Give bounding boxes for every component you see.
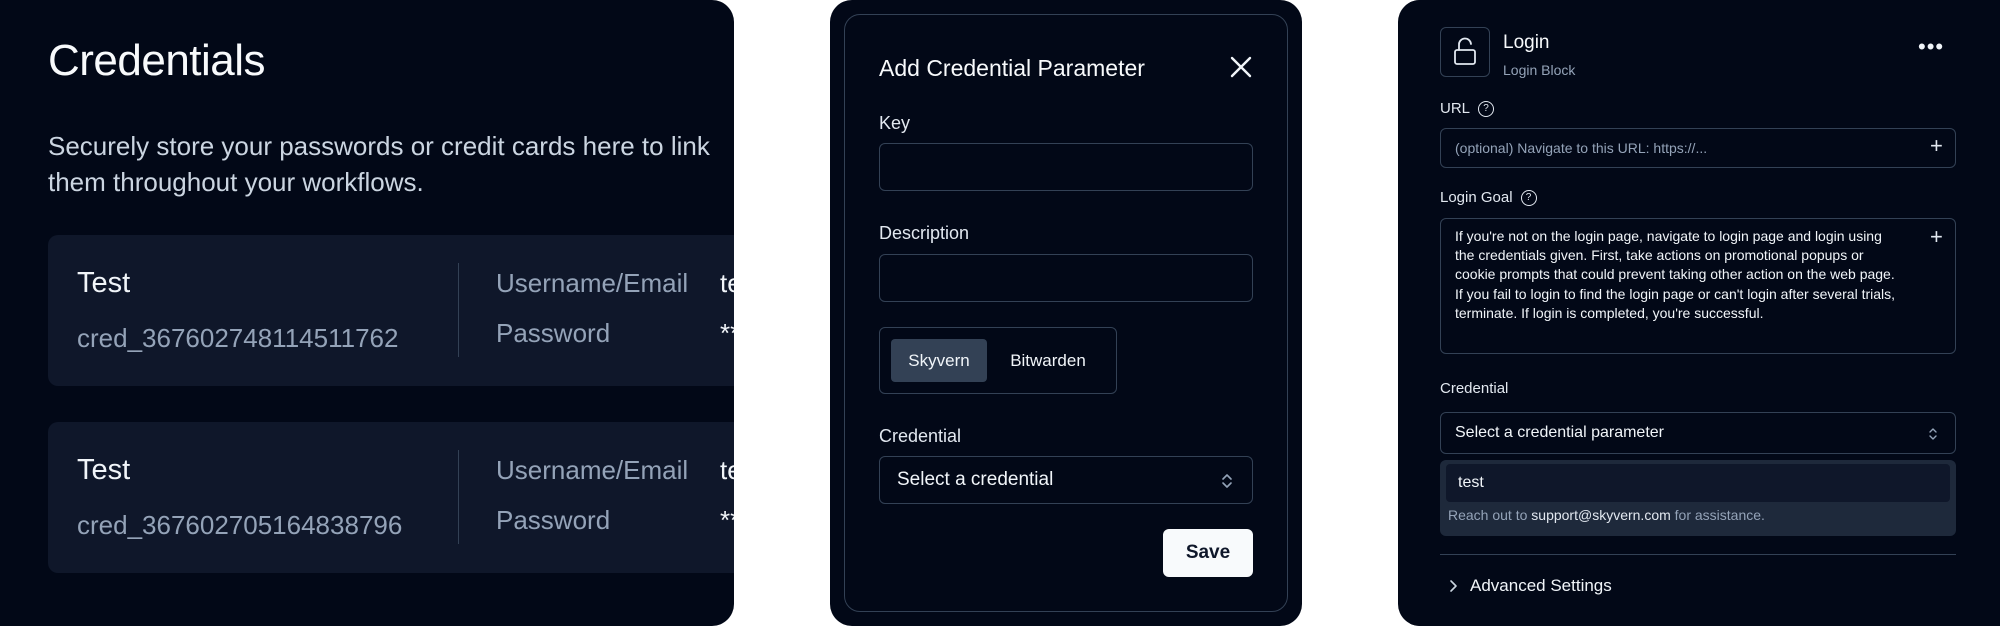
more-options-icon[interactable]: •••: [1918, 34, 1944, 60]
credential-label: Credential: [1440, 380, 1509, 397]
workflow-panel: Login Login Block ••• URL ? (optional) N…: [1398, 0, 2000, 626]
block-subtitle: Login Block: [1503, 62, 1576, 78]
advanced-settings-toggle[interactable]: Advanced Settings: [1448, 576, 1612, 596]
credential-card[interactable]: Test cred_367602748114511762 Username/Em…: [48, 235, 734, 386]
close-icon: [1230, 56, 1252, 78]
credential-name: Test: [77, 267, 131, 299]
lock-open-icon: [1454, 37, 1476, 65]
password-label: Password: [496, 505, 611, 535]
tab-bitwarden[interactable]: Bitwarden: [993, 339, 1103, 382]
section-divider: [1440, 554, 1956, 555]
login-block-node[interactable]: Login Login Block ••• URL ? (optional) N…: [1410, 0, 1988, 626]
credential-id: cred_367602705164838796: [77, 510, 403, 540]
support-note-prefix: Reach out to: [1448, 507, 1528, 523]
advanced-settings-label: Advanced Settings: [1470, 576, 1612, 595]
help-icon[interactable]: ?: [1478, 100, 1495, 117]
tab-skyvern[interactable]: Skyvern: [891, 339, 987, 382]
help-icon[interactable]: ?: [1520, 189, 1537, 206]
credentials-panel: Credentials Securely store your password…: [0, 0, 734, 626]
password-value: **: [720, 318, 734, 348]
credential-name: Test: [77, 454, 131, 486]
key-input[interactable]: [879, 143, 1253, 191]
support-note: Reach out to support@skyvern.com for ass…: [1448, 507, 1765, 523]
credential-card[interactable]: Test cred_367602705164838796 Username/Em…: [48, 422, 734, 573]
credential-select[interactable]: Select a credential: [879, 456, 1253, 504]
chevron-up-down-icon: [1929, 428, 1937, 440]
block-icon: [1440, 27, 1490, 77]
description-label: Description: [879, 223, 970, 243]
username-value: te: [720, 268, 734, 298]
login-goal-textarea[interactable]: If you're not on the login page, navigat…: [1440, 218, 1956, 354]
username-label: Username/Email: [496, 268, 689, 298]
goal-label: Login Goal: [1440, 189, 1513, 206]
page-subtitle: Securely store your passwords or credit …: [48, 131, 710, 197]
description-input[interactable]: [879, 254, 1253, 302]
goal-label-row: Login Goal ?: [1440, 189, 1537, 206]
url-label-row: URL ?: [1440, 100, 1495, 117]
password-label: Password: [496, 318, 611, 348]
url-label: URL: [1440, 100, 1471, 117]
username-label: Username/Email: [496, 455, 689, 485]
modal-panel: Add Credential Parameter Key Description…: [830, 0, 1302, 626]
add-credential-dialog: Add Credential Parameter Key Description…: [844, 14, 1288, 612]
dropdown-option-test[interactable]: test: [1446, 464, 1950, 502]
page-title: Credentials: [48, 36, 266, 85]
credential-parameter-select[interactable]: Select a credential parameter: [1440, 412, 1956, 454]
password-value: **: [720, 505, 734, 535]
dialog-title: Add Credential Parameter: [879, 55, 1145, 81]
credential-label: Credential: [879, 426, 962, 446]
url-input[interactable]: (optional) Navigate to this URL: https:/…: [1440, 128, 1956, 168]
save-button[interactable]: Save: [1163, 529, 1253, 577]
close-button[interactable]: [1225, 51, 1257, 83]
support-email-link[interactable]: support@skyvern.com: [1531, 507, 1670, 523]
key-label: Key: [879, 113, 911, 133]
credential-id: cred_367602748114511762: [77, 323, 399, 353]
add-url-icon[interactable]: +: [1930, 133, 1943, 159]
card-divider: [458, 450, 459, 544]
credential-parameter-select-value: Select a credential parameter: [1455, 424, 1664, 441]
support-note-suffix: for assistance.: [1674, 507, 1765, 523]
chevron-right-icon: [1450, 580, 1457, 592]
credential-dropdown: test Reach out to support@skyvern.com fo…: [1440, 460, 1956, 536]
add-goal-icon[interactable]: +: [1930, 224, 1943, 250]
card-divider: [458, 263, 459, 357]
credential-source-tabs: Skyvern Bitwarden: [879, 327, 1117, 394]
block-title: Login: [1503, 32, 1550, 53]
username-value: te: [720, 455, 734, 485]
credential-select-value: Select a credential: [897, 469, 1054, 490]
chevron-up-down-icon: [1222, 474, 1232, 488]
